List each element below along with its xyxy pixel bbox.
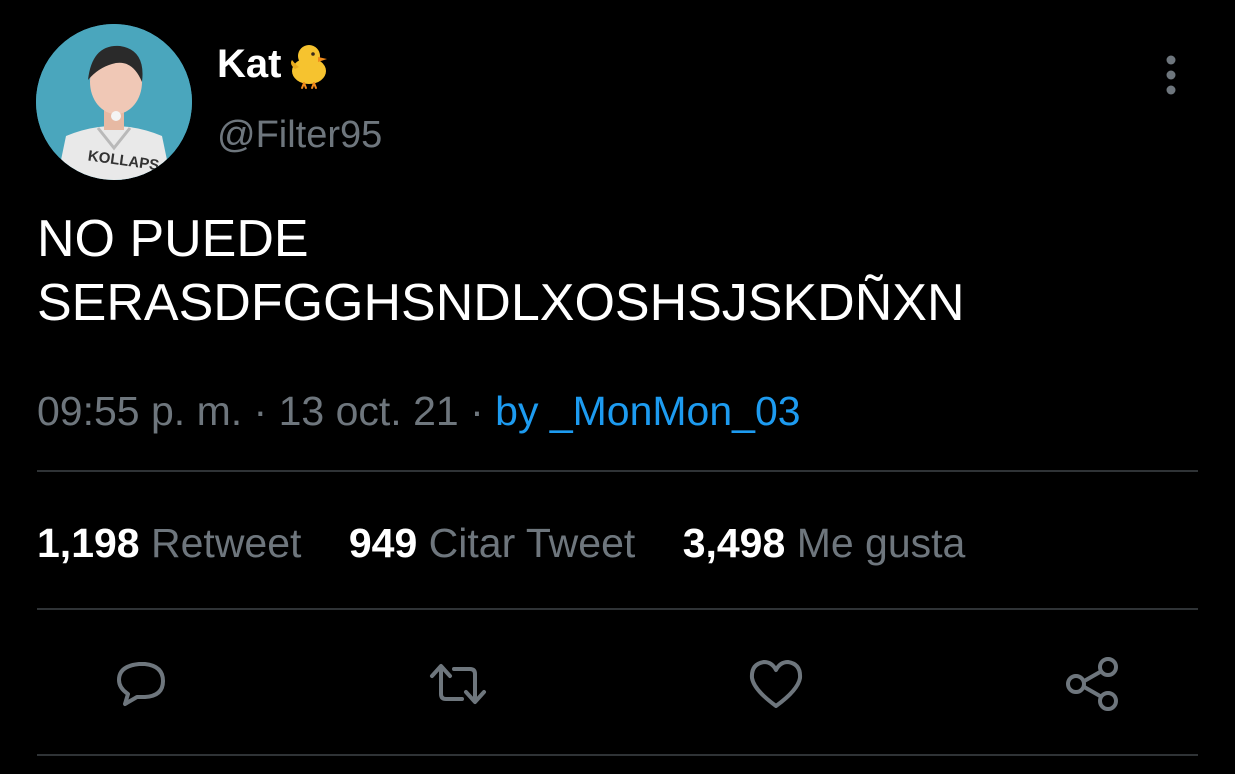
- avatar[interactable]: KOLLAPS: [36, 24, 192, 180]
- tweet-time: 09:55 p. m.: [37, 388, 243, 434]
- more-vertical-icon: [1166, 55, 1176, 95]
- quote-label: Citar Tweet: [428, 520, 636, 566]
- display-name[interactable]: Kat: [217, 38, 335, 90]
- retweet-icon: [430, 664, 486, 704]
- like-count: 3,498: [682, 520, 786, 566]
- meta-separator: ·: [253, 388, 268, 434]
- like-stat[interactable]: 3,498 Me gusta: [683, 520, 966, 566]
- divider: [37, 608, 1198, 610]
- divider: [37, 754, 1198, 756]
- retweet-label: Retweet: [151, 520, 302, 566]
- tweet-source-link[interactable]: by _MonMon_03: [495, 388, 800, 434]
- chick-icon: [283, 38, 335, 90]
- meta-separator: ·: [470, 388, 484, 434]
- quote-count: 949: [348, 520, 418, 566]
- share-button[interactable]: [1061, 652, 1125, 716]
- reply-button[interactable]: [109, 652, 173, 716]
- tweet-stats: 1,198 Retweet 949 Citar Tweet 3,498 Me g…: [37, 519, 1001, 567]
- tweet-meta: 09:55 p. m. · 13 oct. 21 · by _MonMon_03: [37, 387, 801, 435]
- retweet-stat[interactable]: 1,198 Retweet: [37, 520, 313, 566]
- user-handle[interactable]: @Filter95: [217, 112, 382, 158]
- display-name-text[interactable]: Kat: [217, 40, 281, 88]
- divider: [37, 470, 1198, 472]
- tweet-text: NO PUEDE SERASDFGGHSNDLXOSHSJSKDÑXN: [37, 210, 965, 332]
- retweet-count: 1,198: [37, 520, 140, 566]
- like-label: Me gusta: [796, 520, 966, 566]
- more-options-button[interactable]: [1151, 52, 1191, 98]
- share-icon: [1066, 657, 1118, 711]
- retweet-button[interactable]: [426, 652, 490, 716]
- like-button[interactable]: [744, 652, 808, 716]
- reply-icon: [117, 662, 165, 706]
- quote-stat[interactable]: 949 Citar Tweet: [349, 520, 647, 566]
- tweet-date: 13 oct. 21: [278, 388, 459, 434]
- like-icon: [749, 660, 803, 708]
